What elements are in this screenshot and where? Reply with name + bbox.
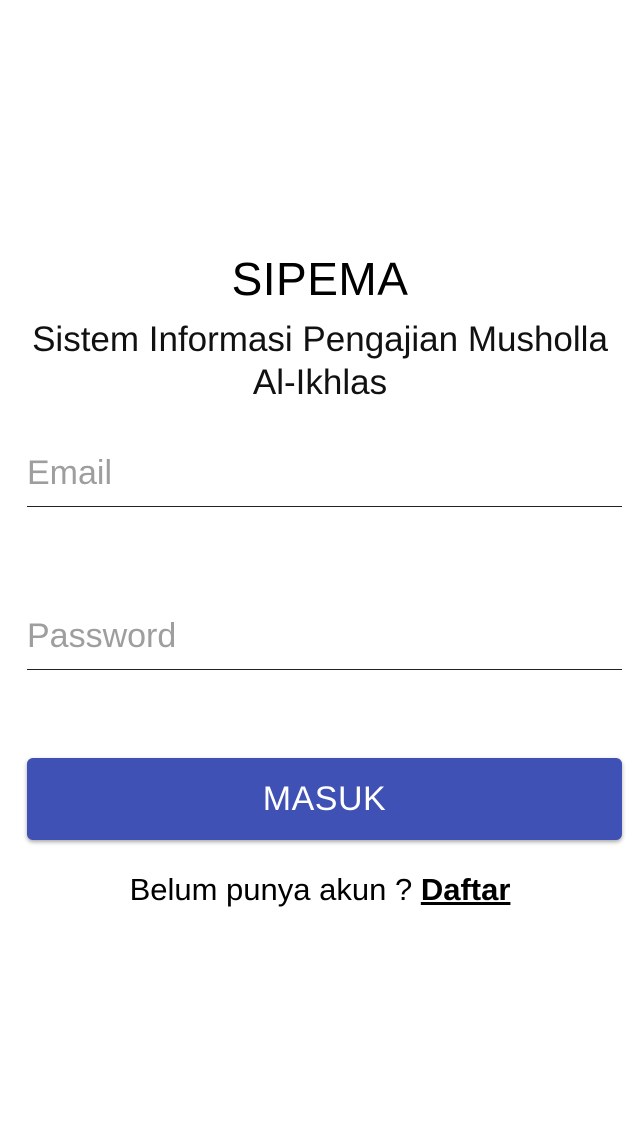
password-field[interactable] xyxy=(27,610,622,670)
app-title: SIPEMA xyxy=(231,253,409,305)
register-prompt: Belum punya akun ? Daftar xyxy=(0,870,640,910)
register-prompt-text: Belum punya akun ? xyxy=(129,872,421,907)
email-field[interactable] xyxy=(27,447,622,507)
register-link[interactable]: Daftar xyxy=(421,872,511,907)
login-button[interactable]: MASUK xyxy=(27,758,622,840)
app-subtitle: Sistem Informasi Pengajian Musholla Al-I… xyxy=(32,320,608,402)
